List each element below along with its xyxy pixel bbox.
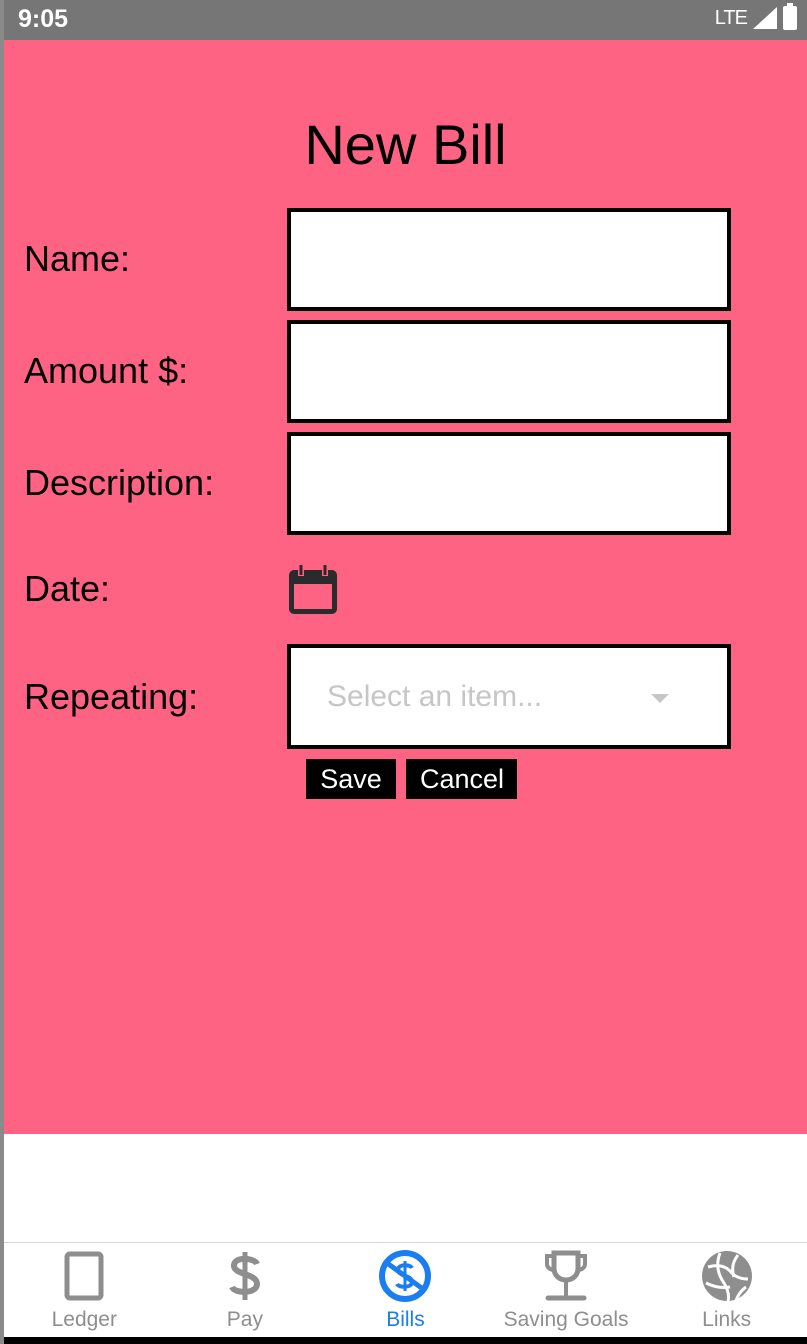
tab-label: Saving Goals bbox=[503, 1308, 629, 1331]
tab-label: Pay bbox=[226, 1308, 263, 1331]
tab-links[interactable]: Links bbox=[646, 1243, 807, 1337]
system-nav-bar bbox=[0, 1337, 807, 1344]
repeating-label: Repeating: bbox=[24, 676, 199, 717]
tab-label: Ledger bbox=[51, 1308, 117, 1331]
calendar-icon[interactable] bbox=[287, 564, 339, 616]
tab-pay[interactable]: Pay bbox=[165, 1243, 326, 1337]
no-dollar-icon bbox=[377, 1248, 433, 1304]
amount-input[interactable] bbox=[287, 320, 731, 423]
status-bar: 9:05 LTE bbox=[0, 0, 807, 40]
date-label: Date: bbox=[24, 568, 111, 609]
bottom-tab-bar: Ledger Pay Bills Saving Goals Links bbox=[4, 1242, 807, 1337]
window-edge bbox=[0, 0, 4, 1344]
repeating-select-placeholder: Select an item... bbox=[327, 680, 543, 713]
tab-ledger[interactable]: Ledger bbox=[4, 1243, 165, 1337]
status-time: 9:05 bbox=[18, 5, 69, 33]
cancel-button[interactable]: Cancel bbox=[406, 759, 517, 799]
repeating-select[interactable]: Select an item... bbox=[287, 644, 731, 749]
description-label: Description: bbox=[24, 462, 215, 503]
tab-bills[interactable]: Bills bbox=[325, 1243, 486, 1337]
tab-saving-goals[interactable]: Saving Goals bbox=[486, 1243, 647, 1337]
battery-icon bbox=[783, 3, 797, 30]
dollar-icon bbox=[217, 1248, 273, 1304]
amount-label: Amount $: bbox=[24, 350, 189, 391]
chevron-down-icon bbox=[651, 694, 669, 703]
tablet-icon bbox=[56, 1248, 112, 1304]
new-bill-screen: New Bill Name: Amount $: Description: Da… bbox=[4, 40, 807, 1134]
tab-label: Bills bbox=[386, 1308, 425, 1331]
trophy-icon bbox=[538, 1248, 594, 1304]
blank-area bbox=[4, 1134, 807, 1242]
tab-label: Links bbox=[702, 1308, 752, 1331]
status-indicators: LTE bbox=[714, 3, 797, 30]
page-title: New Bill bbox=[304, 113, 507, 176]
network-type: LTE bbox=[714, 6, 748, 29]
signal-icon bbox=[753, 7, 777, 29]
description-input[interactable] bbox=[287, 432, 731, 535]
name-label: Name: bbox=[24, 238, 131, 279]
save-button[interactable]: Save bbox=[306, 759, 396, 799]
globe-icon bbox=[699, 1248, 755, 1304]
name-input[interactable] bbox=[287, 208, 731, 311]
